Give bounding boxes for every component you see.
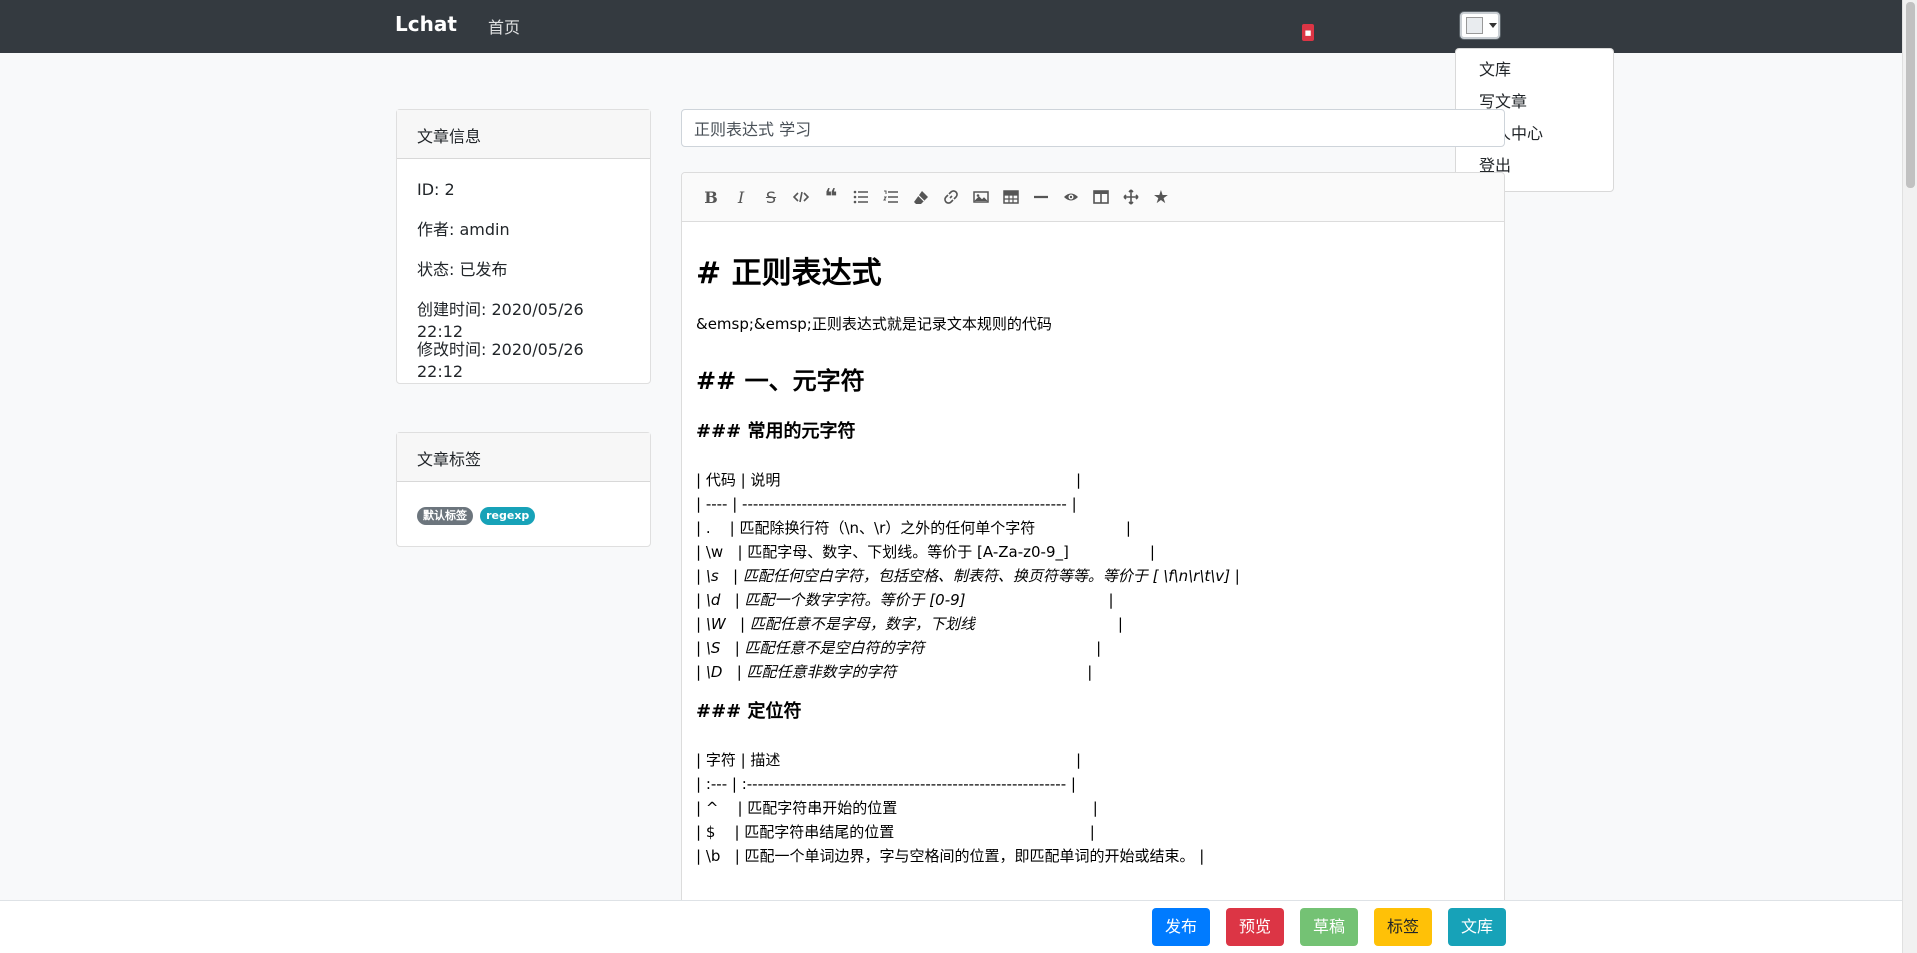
table-icon[interactable] [996, 185, 1026, 209]
md-table-line: | \S | 匹配任意不是空白符的字符 | [696, 639, 1102, 657]
md-table-line: | \D | 匹配任意非数字的字符 | [696, 663, 1093, 681]
brand-logo[interactable]: Lchat [395, 12, 457, 36]
md-heading-1: # 正则表达式 [696, 256, 882, 291]
ordered-list-icon[interactable] [876, 185, 906, 209]
publish-button[interactable]: 发布 [1152, 908, 1210, 946]
article-title-input[interactable] [681, 109, 1505, 147]
editor-toolbar: B I S ❝ ★ [682, 173, 1504, 222]
preview-icon[interactable] [1056, 185, 1086, 209]
md-table-line: | \b | 匹配一个单词边界，字与空格间的位置，即匹配单词的开始或结束。 | [696, 847, 1205, 865]
eraser-icon[interactable] [906, 185, 936, 209]
top-navbar: Lchat 首页 ■ [0, 0, 1902, 53]
tag-badge: 默认标签 [417, 507, 473, 525]
md-heading-3: ### 定位符 [696, 701, 802, 722]
md-paragraph: &emsp;&emsp;正则表达式就是记录文本规则的代码 [696, 315, 1052, 333]
image-icon[interactable] [966, 185, 996, 209]
md-table-line: | . | 匹配除换行符（\n、\r）之外的任何单个字符 | [696, 519, 1131, 537]
info-status: 状态: 已发布 [417, 260, 508, 279]
star-icon[interactable]: ★ [1146, 185, 1176, 209]
info-id: ID: 2 [417, 180, 455, 199]
md-table-line: | 字符 | 描述 | [696, 751, 1082, 769]
card-title: 文章信息 [397, 110, 650, 159]
preview-button[interactable]: 预览 [1226, 908, 1284, 946]
md-table-line: | $ | 匹配字符串结尾的位置 | [696, 823, 1095, 841]
info-created: 创建时间: 2020/05/26 22:12 [417, 300, 584, 341]
article-tags-card: 文章标签 默认标签 regexp [396, 432, 651, 547]
notification-icon[interactable]: ■ [1302, 24, 1314, 41]
bottom-action-bar [0, 900, 1902, 953]
info-modified: 修改时间: 2020/05/26 22:12 [417, 340, 584, 381]
editor-content[interactable]: # 正则表达式 &emsp;&emsp;正则表达式就是记录文本规则的代码 ## … [682, 222, 1504, 882]
menu-item-library[interactable]: 文库 [1456, 59, 1613, 91]
strikethrough-icon[interactable]: S [756, 185, 786, 209]
bold-icon[interactable]: B [696, 185, 726, 209]
scrollbar-thumb[interactable] [1906, 2, 1915, 188]
tag-badge: regexp [480, 507, 536, 525]
quote-icon[interactable]: ❝ [816, 185, 846, 210]
md-table-line: | \d | 匹配一个数字字符。等价于 [0-9] | [696, 591, 1114, 609]
md-heading-3: ### 常用的元字符 [696, 421, 856, 442]
md-table-line: | ^ | 匹配字符串开始的位置 | [696, 799, 1098, 817]
md-table-line: | \W | 匹配任意不是字母，数字，下划线 | [696, 615, 1123, 633]
horizontal-rule-icon[interactable] [1026, 185, 1056, 209]
md-table-line: | \s | 匹配任何空白字符，包括空格、制表符、换页符等等。等价于 [ \f\… [696, 567, 1240, 585]
md-table-line: | ---- | -------------------------------… [696, 495, 1077, 513]
caret-down-icon [1489, 23, 1497, 28]
article-info-card: 文章信息 ID: 2 作者: amdin 状态: 已发布 创建时间: 2020/… [396, 109, 651, 384]
info-author: 作者: amdin [417, 220, 510, 239]
tags-button[interactable]: 标签 [1374, 908, 1432, 946]
side-by-side-icon[interactable] [1086, 185, 1116, 209]
avatar [1466, 17, 1483, 34]
link-icon[interactable] [936, 185, 966, 209]
user-menu-button[interactable] [1460, 12, 1500, 39]
md-table-line: | 代码 | 说明 | [696, 471, 1082, 489]
unordered-list-icon[interactable] [846, 185, 876, 209]
md-heading-2: ## 一、元字符 [696, 367, 865, 395]
card-title: 文章标签 [397, 433, 650, 482]
md-table-line: | \w | 匹配字母、数字、下划线。等价于 [A-Za-z0-9_] | [696, 543, 1155, 561]
md-table-line: | :--- | :------------------------------… [696, 775, 1076, 793]
nav-link-home[interactable]: 首页 [488, 14, 520, 38]
page-scrollbar[interactable] [1902, 0, 1917, 953]
fullscreen-icon[interactable] [1116, 185, 1146, 209]
code-icon[interactable] [786, 185, 816, 209]
markdown-editor: B I S ❝ ★ # 正则表达式 &emsp;&emsp;正则表达式就是记录文… [681, 172, 1505, 953]
draft-button[interactable]: 草稿 [1300, 908, 1358, 946]
library-button[interactable]: 文库 [1448, 908, 1506, 946]
italic-icon[interactable]: I [726, 185, 756, 209]
